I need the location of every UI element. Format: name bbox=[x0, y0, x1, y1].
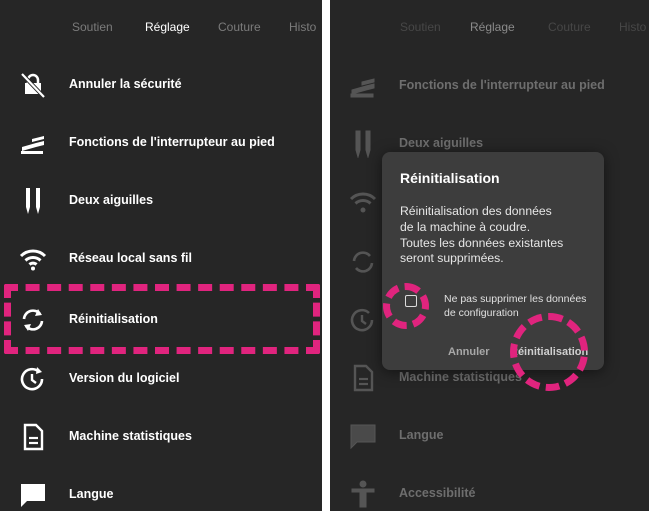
foot-pedal-icon bbox=[348, 72, 378, 100]
menu-item-foot-pedal[interactable]: Fonctions de l'interrupteur au pied bbox=[0, 114, 322, 172]
accessibility-icon bbox=[348, 480, 378, 508]
tab-historique[interactable]: Histo bbox=[289, 20, 316, 34]
menu-item-security-cancel[interactable]: Annuler la sécurité bbox=[0, 56, 322, 114]
tab-soutien[interactable]: Soutien bbox=[400, 20, 441, 34]
menu-item-label: Machine statistiques bbox=[399, 370, 522, 384]
lock-off-icon bbox=[18, 71, 48, 99]
menu-item-label: Accessibilité bbox=[399, 486, 476, 500]
menu-item-statistics[interactable]: Machine statistiques bbox=[0, 408, 322, 466]
menu-item-label: Langue bbox=[69, 487, 114, 501]
dialog-message-line: Toutes les données existantes bbox=[400, 235, 564, 250]
document-icon bbox=[18, 423, 48, 451]
twin-needle-icon bbox=[18, 187, 48, 215]
wifi-icon bbox=[18, 245, 48, 273]
menu-item-label: Deux aiguilles bbox=[69, 193, 154, 207]
settings-screen-left: Soutien Réglage Couture Histo Annuler la… bbox=[0, 0, 322, 511]
document-icon bbox=[348, 364, 378, 392]
dialog-message-line: seront supprimées. bbox=[400, 251, 504, 266]
menu-item-twin-needle[interactable]: Deux aiguilles bbox=[0, 172, 322, 230]
dialog-message: Réinitialisation des données de la machi… bbox=[400, 204, 592, 267]
tab-soutien[interactable]: Soutien bbox=[72, 20, 113, 34]
chat-bubble-icon bbox=[18, 481, 48, 509]
dialog-title: Réinitialisation bbox=[400, 170, 500, 186]
menu-item-label: Annuler la sécurité bbox=[69, 77, 182, 91]
menu-item-label: Réseau local sans fil bbox=[69, 251, 192, 265]
cancel-button[interactable]: Annuler bbox=[448, 346, 490, 358]
tab-reglage[interactable]: Réglage bbox=[145, 20, 190, 34]
menu-item-foot-pedal[interactable]: Fonctions de l'interrupteur au pied bbox=[330, 57, 649, 115]
menu-item-language[interactable]: Langue bbox=[0, 466, 322, 511]
menu-item-accessibility[interactable]: Accessibilité bbox=[330, 465, 649, 511]
software-version-icon bbox=[348, 306, 378, 334]
menu-item-label: Version du logiciel bbox=[69, 371, 180, 385]
highlight-reset-row bbox=[4, 284, 320, 354]
menu-item-language[interactable]: Langue bbox=[330, 407, 649, 465]
foot-pedal-icon bbox=[18, 129, 48, 157]
highlight-reset-button bbox=[510, 313, 588, 391]
highlight-checkbox bbox=[383, 283, 429, 329]
checkbox-label-line: Ne pas supprimer les données bbox=[444, 293, 587, 305]
chat-bubble-icon bbox=[348, 422, 378, 450]
dialog-message-line: Réinitialisation des données bbox=[400, 204, 552, 218]
menu-item-label: Langue bbox=[399, 428, 444, 442]
twin-needle-icon bbox=[348, 130, 378, 159]
software-version-icon bbox=[18, 365, 48, 393]
tab-historique[interactable]: Histo bbox=[619, 20, 646, 34]
tab-couture[interactable]: Couture bbox=[218, 20, 261, 34]
menu-item-software-version[interactable]: Version du logiciel bbox=[0, 350, 322, 408]
menu-item-label: Deux aiguilles bbox=[399, 136, 484, 150]
tab-couture[interactable]: Couture bbox=[548, 20, 591, 34]
reset-icon bbox=[348, 248, 378, 276]
menu-item-label: Machine statistiques bbox=[69, 429, 192, 443]
menu-item-label: Fonctions de l'interrupteur au pied bbox=[69, 135, 275, 149]
menu-item-wifi[interactable]: Réseau local sans fil bbox=[0, 230, 322, 288]
dialog-message-line: de la machine à coudre. bbox=[400, 219, 531, 234]
tab-reglage[interactable]: Réglage bbox=[470, 20, 515, 34]
tab-bar: Soutien Réglage Couture Histo bbox=[330, 0, 649, 56]
settings-screen-right: Soutien Réglage Couture Histo Fonctions … bbox=[330, 0, 649, 511]
tab-bar: Soutien Réglage Couture Histo bbox=[0, 0, 322, 56]
wifi-icon bbox=[348, 188, 378, 216]
menu-item-label: Fonctions de l'interrupteur au pied bbox=[399, 78, 605, 92]
